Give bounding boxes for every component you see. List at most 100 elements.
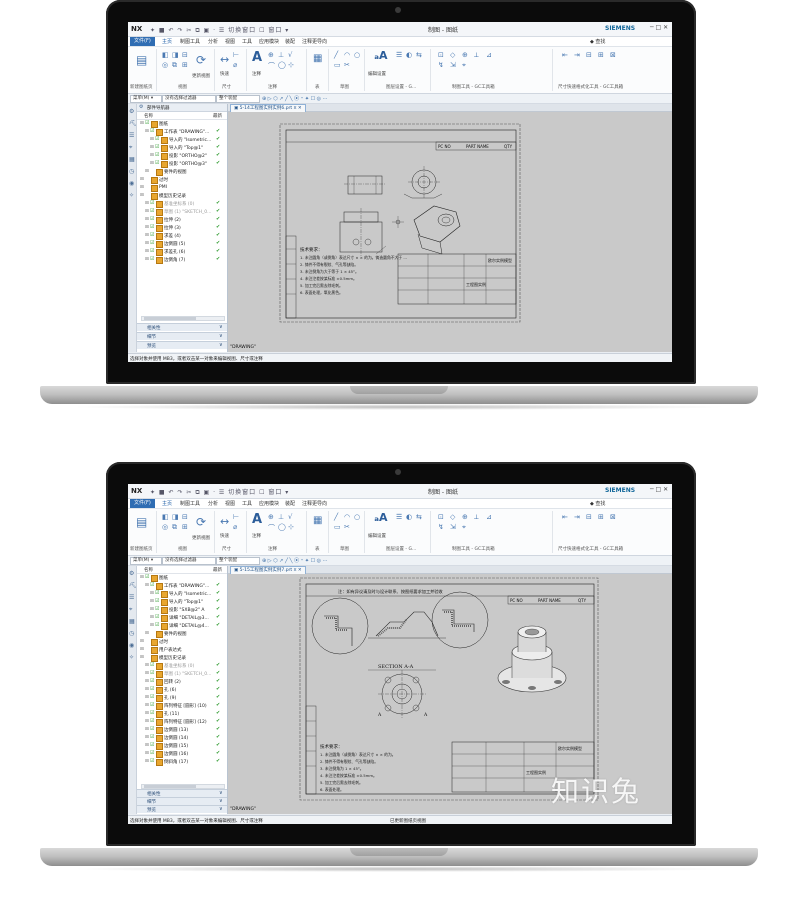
quick-dimension-icon[interactable]: ↔ <box>220 53 229 66</box>
centerline-icon[interactable]: ⊹ <box>288 61 294 69</box>
tree-node[interactable]: ⊟ ☑ 投影 "ORTHO@3" ✔ <box>137 160 227 168</box>
tab-view[interactable]: 视图 <box>225 500 235 507</box>
surface-finish-icon[interactable]: √ <box>288 51 292 59</box>
view-align-icon[interactable]: ⊞ <box>182 61 188 69</box>
gc-tool-8-icon[interactable]: ⌖ <box>462 523 466 532</box>
base-view-icon[interactable]: ◧ <box>162 513 169 521</box>
dim-fmt-3-icon[interactable]: ⊟ <box>586 513 592 521</box>
surface-finish-icon[interactable]: √ <box>288 513 292 521</box>
tree-node[interactable]: ⊟ ☑ 图纸 <box>137 574 227 582</box>
dim-fmt-5-icon[interactable]: ⊠ <box>610 51 616 59</box>
sketch-line-icon[interactable]: ╱ <box>334 51 338 59</box>
visibility-check-icon[interactable]: ☑ <box>150 734 154 740</box>
drawing-sheet-1[interactable]: PC NO PART NAME QTY 技术要求： 1. 未注圆角（或倒角）表达… <box>228 104 672 352</box>
linear-dim-icon[interactable]: ⊢ <box>233 51 239 59</box>
expand-toggle-icon[interactable]: ⊟ <box>145 583 149 588</box>
sketch-circle-icon[interactable]: ○ <box>354 51 360 59</box>
edit-settings-icon[interactable]: ₐA <box>374 511 388 524</box>
visibility-check-icon[interactable]: ☑ <box>150 248 154 254</box>
expand-toggle-icon[interactable]: ⊟ <box>145 727 149 732</box>
tab-assembly[interactable]: 装配 <box>285 500 295 507</box>
sketch-line-icon[interactable]: ╱ <box>334 513 338 521</box>
expand-toggle-icon[interactable]: ⊟ <box>140 655 144 660</box>
section-view-icon[interactable]: ⊟ <box>182 513 188 521</box>
tree-node[interactable]: ⊟ ☑ 边倒角 (7) ✔ <box>137 256 227 264</box>
expand-toggle-icon[interactable]: ⊟ <box>140 575 144 580</box>
expand-toggle-icon[interactable]: ⊟ <box>145 225 149 230</box>
tree-node[interactable]: ⊟ ☑ 孔 (9) ✔ <box>137 694 227 702</box>
section-view-icon[interactable]: ⊟ <box>182 51 188 59</box>
sketch-circle-icon[interactable]: ○ <box>354 513 360 521</box>
visibility-check-icon[interactable]: ☑ <box>150 216 154 222</box>
expand-toggle-icon[interactable]: ⊟ <box>145 217 149 222</box>
visibility-check-icon[interactable]: ☑ <box>150 662 154 668</box>
view-align-icon[interactable]: ⊞ <box>182 523 188 531</box>
history-icon[interactable]: ◷ <box>129 630 134 637</box>
layer-visible-icon[interactable]: ◐ <box>406 513 412 521</box>
quick-access-toolbar[interactable]: ✦ ■ ↶ ↷ ✂ ⧉ ▣ · ☰ 切换窗口 ☐ 窗口 ▾ <box>150 487 289 497</box>
expand-toggle-icon[interactable]: ⊟ <box>145 695 149 700</box>
column-name[interactable]: 名称 <box>144 113 153 119</box>
sketch-arc-icon[interactable]: ◠ <box>344 513 350 521</box>
dim-fmt-4-icon[interactable]: ⊞ <box>598 513 604 521</box>
tree-node[interactable]: ⊟ ☑ 孔 (6) ✔ <box>137 686 227 694</box>
radial-dim-icon[interactable]: ⌀ <box>233 523 237 531</box>
tree-node[interactable]: ⊟ ☑ 草图 (1) "SKETCH_0... ✔ <box>137 208 227 216</box>
dim-fmt-1-icon[interactable]: ⇤ <box>562 513 568 521</box>
expand-toggle-icon[interactable]: ⊟ <box>150 623 154 628</box>
dim-fmt-2-icon[interactable]: ⇥ <box>574 513 580 521</box>
tab-application[interactable]: 应用模块 <box>259 38 279 45</box>
visibility-check-icon[interactable]: ☑ <box>155 622 159 628</box>
gc-tool-1-icon[interactable]: ⊡ <box>438 51 444 59</box>
visibility-check-icon[interactable]: ☑ <box>150 128 154 134</box>
tree-node[interactable]: ⊟ 过时 <box>137 638 227 646</box>
dim-fmt-3-icon[interactable]: ⊟ <box>586 51 592 59</box>
note-icon[interactable]: A <box>252 512 262 527</box>
tree-node[interactable]: ⊟ ☑ 倒斜角 (17) ✔ <box>137 758 227 766</box>
assembly-navigator-icon[interactable]: ☰ <box>129 132 134 139</box>
visibility-check-icon[interactable]: ☑ <box>150 670 154 676</box>
scrollbar-thumb[interactable] <box>144 785 196 788</box>
tree-node[interactable]: ⊟ ☑ 求差 (4) ✔ <box>137 232 227 240</box>
expand-toggle-icon[interactable]: ⊟ <box>140 185 144 190</box>
gc-tool-5-icon[interactable]: ⊿ <box>486 513 492 521</box>
preview-panel[interactable]: 预览 ∨ <box>137 341 227 349</box>
table-icon[interactable]: ▦ <box>313 53 322 64</box>
visibility-check-icon[interactable]: ☑ <box>150 750 154 756</box>
selection-filter[interactable]: 没有选择过滤器 <box>162 95 216 103</box>
gc-tool-7-icon[interactable]: ⇲ <box>450 61 456 69</box>
expand-toggle-icon[interactable]: ⊟ <box>145 169 149 174</box>
tree-node[interactable]: ⊟ ☑ 基准坐标系 (0) ✔ <box>137 200 227 208</box>
expand-toggle-icon[interactable]: ⊟ <box>145 129 149 134</box>
tree-node[interactable]: ⊟ ☑ 求差孔 (6) ✔ <box>137 248 227 256</box>
expand-toggle-icon[interactable]: ⊟ <box>145 679 149 684</box>
tree-node[interactable]: ⊟ ☑ 详细 "DETAIL@3... ✔ <box>137 614 227 622</box>
centerline-icon[interactable]: ⊹ <box>288 523 294 531</box>
expand-toggle-icon[interactable]: ⊟ <box>150 607 154 612</box>
expand-toggle-icon[interactable]: ⊟ <box>145 233 149 238</box>
tab-application[interactable]: 应用模块 <box>259 500 279 507</box>
tree-node[interactable]: ⊟ ☑ 导入的 "Top@1" ✔ <box>137 144 227 152</box>
tree-node[interactable]: ⊟ ☑ 边倒圆 (14) ✔ <box>137 734 227 742</box>
tree-node[interactable]: ⊟ ☑ 导入的 "Isometric... ✔ <box>137 136 227 144</box>
table-icon[interactable]: ▦ <box>313 515 322 526</box>
tab-home[interactable]: 主页 <box>162 38 172 45</box>
tree-node[interactable]: ⊟ 过时 <box>137 176 227 184</box>
visibility-check-icon[interactable]: ☑ <box>150 208 154 214</box>
datum-icon[interactable]: ⊥ <box>278 51 284 59</box>
tree-node[interactable]: ⊟ ☑ 投影 "SXB@2" A ✔ <box>137 606 227 614</box>
assembly-scope[interactable]: 整个装配 <box>216 557 260 565</box>
file-menu[interactable]: 文件(F) <box>130 499 155 508</box>
update-view-icon[interactable]: ⟳ <box>196 53 206 67</box>
dim-fmt-5-icon[interactable]: ⊠ <box>610 513 616 521</box>
expand-toggle-icon[interactable]: ⊟ <box>150 137 154 142</box>
tree-node[interactable]: ⊟ ☑ 孔 (11) ✔ <box>137 710 227 718</box>
tab-analysis[interactable]: 分析 <box>208 38 218 45</box>
scrollbar-thumb[interactable] <box>144 317 196 320</box>
tree-node[interactable]: ⊟ ☑ 边倒圆 (13) ✔ <box>137 726 227 734</box>
tab-analysis[interactable]: 分析 <box>208 500 218 507</box>
expand-toggle-icon[interactable]: ⊟ <box>145 241 149 246</box>
tree-node[interactable]: ⊟ ☑ 拉伸 (2) ✔ <box>137 216 227 224</box>
quick-dimension-icon[interactable]: ↔ <box>220 515 229 528</box>
visibility-check-icon[interactable]: ☑ <box>150 232 154 238</box>
